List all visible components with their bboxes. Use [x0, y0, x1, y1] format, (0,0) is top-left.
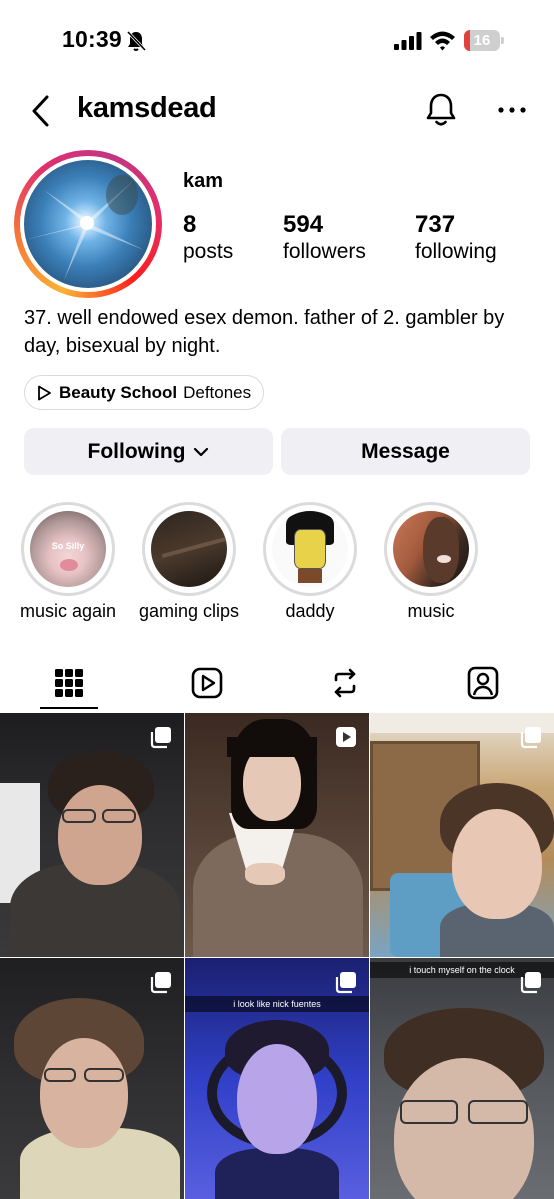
display-name: kam	[183, 170, 224, 192]
more-horizontal-icon[interactable]	[496, 104, 528, 116]
message-button[interactable]: Message	[281, 428, 530, 475]
battery-level: 16	[473, 32, 491, 49]
chevron-left-icon[interactable]	[28, 94, 54, 128]
following-button-label: Following	[87, 439, 186, 463]
following-stat[interactable]: 737 following	[415, 211, 497, 265]
highlight-music[interactable]: music	[366, 502, 496, 622]
highlight-music-again[interactable]: So Silly music again	[3, 502, 133, 622]
posts-label: posts	[183, 240, 234, 263]
status-bar: 10:39 16	[0, 0, 554, 84]
highlight-label: daddy	[285, 601, 335, 621]
music-artist: Deftones	[183, 382, 252, 402]
reel-icon	[336, 727, 356, 747]
highlight-daddy[interactable]: daddy	[245, 502, 375, 622]
profile-music-pill[interactable]: Beauty School Deftones	[24, 375, 265, 410]
highlight-cover: So Silly	[30, 511, 106, 587]
post-thumbnail[interactable]: i touch myself on the clock	[370, 958, 554, 1199]
music-song-title: Beauty School	[59, 382, 178, 402]
multi-post-icon	[150, 727, 171, 749]
followers-stat[interactable]: 594 followers	[283, 211, 366, 265]
status-time: 10:39	[62, 26, 122, 52]
battery-icon: 16	[464, 30, 504, 51]
post-caption: i look like nick fuentes	[185, 996, 369, 1012]
chevron-down-icon	[194, 447, 209, 456]
bell-icon[interactable]	[424, 92, 458, 128]
post-thumbnail[interactable]	[0, 958, 184, 1199]
profile-avatar[interactable]	[14, 150, 162, 298]
message-button-label: Message	[361, 439, 450, 463]
cellular-signal-icon	[394, 32, 422, 50]
followers-count: 594	[283, 211, 324, 238]
multi-post-icon	[520, 727, 541, 749]
highlight-cover	[272, 511, 348, 587]
post-thumbnail[interactable]	[0, 713, 184, 957]
highlight-caption: So Silly	[51, 541, 85, 551]
post-thumbnail[interactable]	[185, 713, 369, 957]
following-button[interactable]: Following	[24, 428, 273, 475]
highlight-gaming-clips[interactable]: gaming clips	[124, 502, 254, 622]
posts-grid: i look like nick fuentes i touch myself …	[0, 713, 554, 1199]
wifi-icon	[430, 31, 455, 51]
following-label: following	[415, 240, 497, 263]
followers-label: followers	[283, 240, 366, 263]
tab-reels[interactable]	[138, 655, 276, 711]
avatar-image	[24, 160, 152, 288]
multi-post-icon	[520, 972, 541, 994]
play-icon	[38, 385, 51, 400]
reposts-icon	[334, 668, 356, 698]
highlight-label: music	[407, 601, 455, 621]
reels-icon	[191, 667, 223, 699]
posts-stat[interactable]: 8 posts	[183, 211, 233, 265]
highlight-cover	[151, 511, 227, 587]
highlight-cover	[393, 511, 469, 587]
grid-icon	[55, 669, 83, 697]
highlight-label: gaming clips	[138, 601, 240, 621]
bell-slash-icon	[126, 30, 146, 52]
post-thumbnail[interactable]: i look like nick fuentes	[185, 958, 369, 1199]
active-tab-indicator	[40, 707, 98, 709]
following-count: 737	[415, 211, 456, 238]
tab-tagged[interactable]	[414, 655, 552, 711]
profile-bio: 37. well endowed esex demon. father of 2…	[24, 307, 505, 357]
profile-username: kamsdead	[77, 92, 217, 124]
multi-post-icon	[335, 972, 356, 994]
multi-post-icon	[150, 972, 171, 994]
tagged-icon	[467, 666, 499, 700]
highlight-label: music again	[19, 601, 117, 621]
tab-reposts[interactable]	[276, 655, 414, 711]
post-thumbnail[interactable]	[370, 713, 554, 957]
tab-posts-grid[interactable]	[0, 655, 138, 711]
posts-count: 8	[183, 211, 197, 238]
